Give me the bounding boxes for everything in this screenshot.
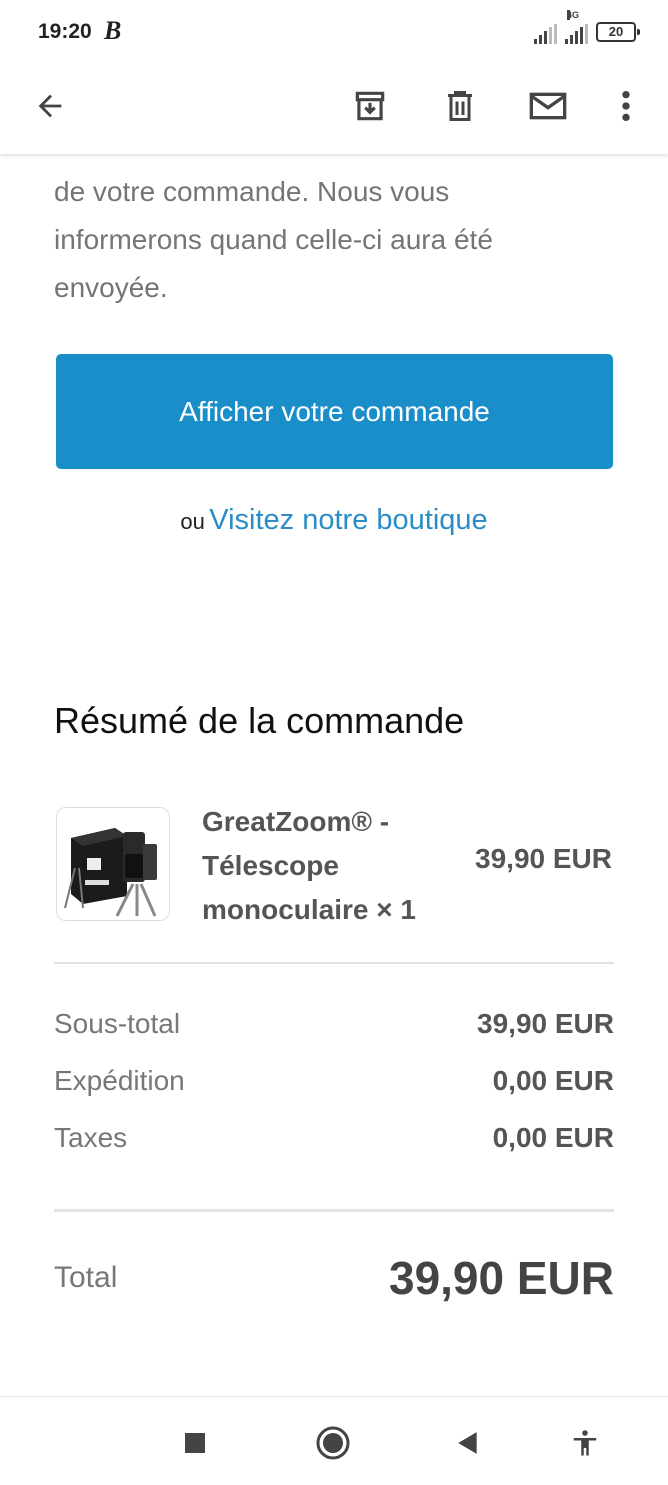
- alt-action-line: ou Visitez notre boutique: [0, 504, 668, 537]
- divider: [54, 1209, 614, 1212]
- accessibility-icon[interactable]: [563, 1421, 607, 1465]
- product-price: 39,90 EUR: [475, 843, 612, 874]
- visit-shop-link[interactable]: Visitez notre boutique: [209, 504, 487, 536]
- signal-icon: [534, 24, 557, 44]
- arrow-left-icon[interactable]: [28, 84, 72, 128]
- divider: [54, 962, 614, 964]
- taxes-row: Taxes 0,00 EUR: [54, 1122, 614, 1154]
- status-time: 19:20: [38, 20, 92, 43]
- carrier-glyph: B: [104, 16, 122, 45]
- total-row: Total 39,90 EUR: [54, 1248, 614, 1308]
- row-value: 39,90 EUR: [477, 1008, 614, 1039]
- signal-4g-icon: 4G: [565, 10, 588, 44]
- view-order-button[interactable]: Afficher votre commande: [56, 354, 613, 469]
- subtotal-row: Sous-total 39,90 EUR: [54, 1008, 614, 1040]
- archive-icon[interactable]: [348, 84, 392, 128]
- mail-icon[interactable]: [526, 84, 570, 128]
- square-icon[interactable]: [173, 1421, 217, 1465]
- total-label: Total: [54, 1261, 118, 1294]
- body-line: informerons quand celle-ci aura été: [54, 224, 493, 255]
- system-nav-bar: [0, 1396, 668, 1485]
- shipping-row: Expédition 0,00 EUR: [54, 1065, 614, 1097]
- row-value: 0,00 EUR: [492, 1065, 614, 1096]
- alt-prefix: ou: [180, 509, 205, 534]
- email-body-text: de votre commande. Nous vous informerons…: [54, 168, 634, 312]
- product-name: GreatZoom® - Télescope monoculaire × 1: [202, 800, 452, 932]
- battery-icon: 20: [596, 22, 640, 42]
- order-summary-title: Résumé de la commande: [54, 700, 465, 741]
- row-label: Taxes: [54, 1122, 128, 1153]
- product-thumbnail: [56, 807, 170, 921]
- trash-icon[interactable]: [438, 84, 482, 128]
- body-line: de votre commande. Nous vous: [54, 176, 450, 207]
- row-value: 0,00 EUR: [492, 1122, 614, 1153]
- mail-toolbar: [0, 64, 668, 154]
- status-bar: 19:20 B 4G 20: [0, 0, 668, 64]
- circle-icon[interactable]: [311, 1421, 355, 1465]
- more-vertical-icon[interactable]: [604, 84, 648, 128]
- triangle-back-icon[interactable]: [446, 1421, 490, 1465]
- network-label: 4G: [567, 10, 580, 20]
- product-name-line: monoculaire × 1: [202, 894, 416, 925]
- total-value: 39,90 EUR: [388, 1252, 614, 1304]
- body-line: envoyée.: [54, 272, 168, 303]
- product-name-line: GreatZoom® -: [202, 806, 390, 837]
- row-label: Sous-total: [54, 1008, 181, 1039]
- status-indicators: 4G 20: [534, 10, 640, 44]
- product-name-line: Télescope: [202, 850, 339, 881]
- row-label: Expédition: [54, 1065, 185, 1096]
